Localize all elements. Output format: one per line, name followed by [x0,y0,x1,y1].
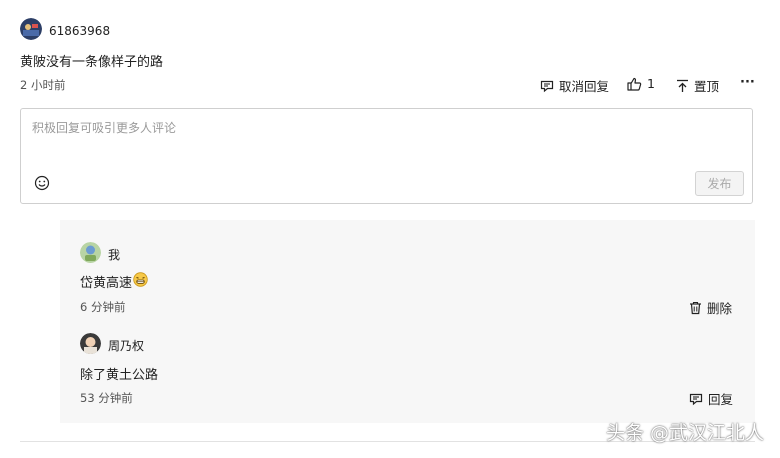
like-button[interactable]: 1 [627,76,655,91]
delete-button[interactable]: 删除 [689,298,732,317]
cancel-reply-label: 取消回复 [559,79,610,94]
reply-username[interactable]: 我 [108,246,120,263]
trash-icon [689,301,702,315]
reply-icon [689,392,703,406]
pin-top-icon [676,79,689,93]
delete-label: 删除 [707,301,733,316]
avatar[interactable] [80,333,101,354]
reply-placeholder: 积极回复可吸引更多人评论 [32,121,177,135]
like-count: 1 [647,76,655,91]
reply-text: 除了黄土公路 [80,368,159,383]
comment-text: 黄陂没有一条像样子的路 [20,55,164,70]
watermark: 头条 @武汉江北人 [605,422,764,444]
thumbs-up-icon [627,77,642,91]
reply-time: 6 分钟前 [80,300,126,314]
replies-panel [60,220,755,423]
avatar[interactable] [80,242,101,263]
publish-button[interactable]: 发布 [695,171,744,196]
comment-username[interactable]: 61863968 [49,24,110,38]
reply-icon [540,79,554,93]
reply-label: 回复 [708,392,734,407]
reply-username[interactable]: 周乃权 [108,337,144,354]
pin-label: 置顶 [694,79,720,94]
reply-button[interactable]: 回复 [689,389,733,408]
smiley-icon[interactable] [34,175,50,195]
reply-text: 岱黄高速 [80,272,148,291]
reply-input[interactable]: 积极回复可吸引更多人评论 发布 [20,108,753,204]
reply-text-content: 岱黄高速 [80,276,133,291]
comment-time: 2 小时前 [20,78,66,92]
cancel-reply-button[interactable]: 取消回复 [540,76,609,95]
more-icon: ··· [740,75,755,90]
avatar[interactable] [20,18,42,40]
reply-time: 53 分钟前 [80,391,133,405]
grin-emoji [133,272,148,291]
more-options-button[interactable]: ··· [740,75,755,90]
pin-button[interactable]: 置顶 [676,76,719,95]
